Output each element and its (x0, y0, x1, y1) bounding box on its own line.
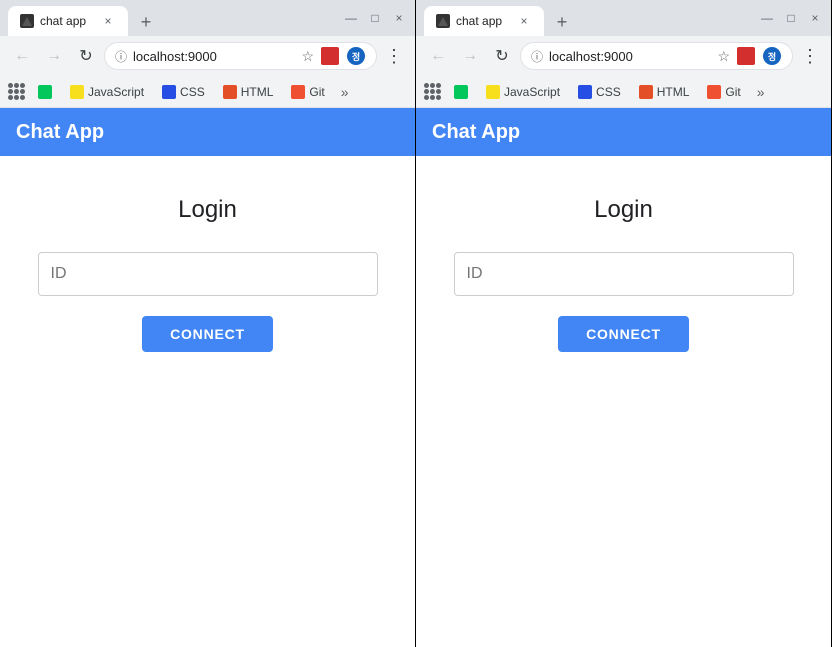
forward-button-1[interactable]: → (40, 42, 68, 70)
js-icon-1 (70, 85, 84, 99)
minimize-button-1[interactable]: — (343, 10, 359, 26)
app-content-2: Login CONNECT (416, 156, 831, 647)
css-icon-1 (162, 85, 176, 99)
address-bar-2[interactable]: ⓘ localhost:9000 ☆ 정 (520, 42, 793, 70)
bookmark-more-1[interactable]: » (335, 80, 355, 104)
id-input-2[interactable] (454, 252, 794, 296)
browser-window-2: chat app × + — □ × ← → ↻ ⓘ localhost:900… (416, 0, 832, 647)
ext-red-1 (321, 47, 339, 65)
ext-icon-blue-1: 정 (346, 46, 366, 66)
address-text-1: localhost:9000 (133, 49, 295, 64)
ext-blue-2: 정 (763, 47, 781, 65)
nav-bar-2: ← → ↻ ⓘ localhost:9000 ☆ 정 ⋮ (416, 36, 831, 76)
menu-button-1[interactable]: ⋮ (381, 42, 407, 71)
bookmark-git-label-1: Git (309, 85, 324, 99)
bookmark-git-1[interactable]: Git (283, 81, 332, 103)
title-bar-1: chat app × + — □ × (0, 0, 415, 36)
forward-button-2[interactable]: → (456, 42, 484, 70)
new-tab-button-2[interactable]: + (548, 8, 576, 36)
back-button-1[interactable]: ← (8, 42, 36, 70)
back-button-2[interactable]: ← (424, 42, 452, 70)
bookmark-git-label-2: Git (725, 85, 740, 99)
bookmark-css-2[interactable]: CSS (570, 81, 629, 103)
menu-button-2[interactable]: ⋮ (797, 42, 823, 71)
app-header-title-1: Chat App (16, 121, 104, 144)
bookmark-js-1[interactable]: JavaScript (62, 81, 152, 103)
ext-icon-red-2 (736, 46, 756, 66)
bookmark-js-label-1: JavaScript (88, 85, 144, 99)
git-icon-2 (707, 85, 721, 99)
bookmark-css-label-1: CSS (180, 85, 205, 99)
maximize-button-1[interactable]: □ (367, 10, 383, 26)
js-icon-2 (486, 85, 500, 99)
naver-icon-2 (454, 85, 468, 99)
app-header-1: Chat App (0, 108, 415, 156)
star-icon-2[interactable]: ☆ (717, 48, 730, 65)
bookmark-js-2[interactable]: JavaScript (478, 81, 568, 103)
apps-icon-1[interactable] (8, 83, 26, 101)
tab-title-2: chat app (456, 14, 510, 28)
browser-window-1: chat app × + — □ × ← → ↻ ⓘ localhost:900… (0, 0, 416, 647)
app-header-2: Chat App (416, 108, 831, 156)
apps-icon-2[interactable] (424, 83, 442, 101)
window-controls-1: — □ × (343, 10, 407, 26)
app-header-title-2: Chat App (432, 121, 520, 144)
bookmark-html-1[interactable]: HTML (215, 81, 282, 103)
bookmark-naver-2[interactable] (446, 81, 476, 103)
bookmark-naver-1[interactable] (30, 81, 60, 103)
bookmark-html-2[interactable]: HTML (631, 81, 698, 103)
bookmark-css-1[interactable]: CSS (154, 81, 213, 103)
title-bar-2: chat app × + — □ × (416, 0, 831, 36)
tab-close-button-1[interactable]: × (100, 13, 116, 29)
tab-title-1: chat app (40, 14, 94, 28)
maximize-button-2[interactable]: □ (783, 10, 799, 26)
lock-icon-1: ⓘ (115, 48, 127, 65)
window-controls-2: — □ × (759, 10, 823, 26)
address-bar-1[interactable]: ⓘ localhost:9000 ☆ 정 (104, 42, 377, 70)
bookmarks-bar-2: JavaScript CSS HTML Git » (416, 76, 831, 108)
address-text-2: localhost:9000 (549, 49, 711, 64)
ext-blue-1: 정 (347, 47, 365, 65)
app-content-1: Login CONNECT (0, 156, 415, 647)
connect-button-2[interactable]: CONNECT (558, 316, 689, 352)
reload-button-1[interactable]: ↻ (72, 42, 100, 70)
bookmark-more-2[interactable]: » (751, 80, 771, 104)
tab-1[interactable]: chat app × (8, 6, 128, 36)
star-icon-1[interactable]: ☆ (301, 48, 314, 65)
reload-button-2[interactable]: ↻ (488, 42, 516, 70)
tab-2[interactable]: chat app × (424, 6, 544, 36)
new-tab-button-1[interactable]: + (132, 8, 160, 36)
login-title-1: Login (178, 196, 237, 224)
tab-area-2: chat app × + (424, 0, 747, 36)
lock-icon-2: ⓘ (531, 48, 543, 65)
connect-button-1[interactable]: CONNECT (142, 316, 273, 352)
bookmarks-bar-1: JavaScript CSS HTML Git » (0, 76, 415, 108)
tab-favicon-2 (436, 14, 450, 28)
bookmark-git-2[interactable]: Git (699, 81, 748, 103)
login-title-2: Login (594, 196, 653, 224)
close-button-2[interactable]: × (807, 10, 823, 26)
tab-favicon-1 (20, 14, 34, 28)
bookmark-html-label-1: HTML (241, 85, 274, 99)
ext-icon-red-1 (320, 46, 340, 66)
bookmark-html-label-2: HTML (657, 85, 690, 99)
nav-bar-1: ← → ↻ ⓘ localhost:9000 ☆ 정 ⋮ (0, 36, 415, 76)
bookmark-js-label-2: JavaScript (504, 85, 560, 99)
css-icon-2 (578, 85, 592, 99)
ext-red-2 (737, 47, 755, 65)
minimize-button-2[interactable]: — (759, 10, 775, 26)
close-button-1[interactable]: × (391, 10, 407, 26)
id-input-1[interactable] (38, 252, 378, 296)
tab-close-button-2[interactable]: × (516, 13, 532, 29)
ext-icon-blue-2: 정 (762, 46, 782, 66)
favicon-triangle-icon-2 (438, 17, 448, 26)
html-icon-2 (639, 85, 653, 99)
git-icon-1 (291, 85, 305, 99)
tab-area-1: chat app × + (8, 0, 331, 36)
favicon-triangle-icon (22, 17, 32, 26)
naver-icon-1 (38, 85, 52, 99)
html-icon-1 (223, 85, 237, 99)
bookmark-css-label-2: CSS (596, 85, 621, 99)
